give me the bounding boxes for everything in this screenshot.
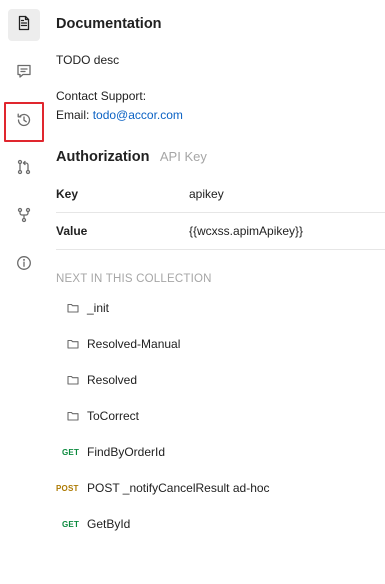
request-item-notifycancelresult[interactable]: POST POST _notifyCancelResult ad-hoc <box>56 470 385 506</box>
authorization-header: Authorization API Key <box>56 148 207 166</box>
sidebar-rail <box>0 0 48 584</box>
auth-key-label: Key <box>56 187 79 201</box>
email-label: Email: <box>56 108 90 122</box>
folder-icon <box>67 374 79 386</box>
collection-list: _init Resolved-Manual Resolved ToCorrect… <box>56 290 385 542</box>
pull-requests-tab-button[interactable] <box>8 153 40 185</box>
folder-icon <box>67 338 79 350</box>
auth-value-value: {{wcxss.apimApikey}} <box>189 224 304 238</box>
auth-key-value: apikey <box>189 187 224 201</box>
list-item-label: _init <box>87 301 110 315</box>
authorization-table: Key apikey Value {{wcxss.apimApikey}} <box>56 176 385 250</box>
info-tab-button[interactable] <box>8 249 40 281</box>
folder-icon <box>67 410 79 422</box>
contact-support-label: Contact Support: <box>56 89 147 103</box>
list-item-label: Resolved-Manual <box>87 337 181 351</box>
email-link[interactable]: todo@accor.com <box>93 108 183 122</box>
table-row: Key apikey <box>56 176 385 213</box>
authorization-title: Authorization <box>56 149 150 165</box>
list-item-label: GetById <box>87 517 131 531</box>
authorization-type: API Key <box>159 149 207 164</box>
list-item-label: FindByOrderId <box>87 445 166 459</box>
folder-item-resolved-manual[interactable]: Resolved-Manual <box>56 326 385 362</box>
fork-icon <box>16 207 32 228</box>
folder-item-init[interactable]: _init <box>56 290 385 326</box>
table-row: Value {{wcxss.apimApikey}} <box>56 213 385 250</box>
auth-value-label: Value <box>56 224 88 238</box>
contact-email-line: Email: todo@accor.com <box>56 108 183 122</box>
documentation-title: Documentation <box>56 16 162 32</box>
pull-request-icon <box>16 159 32 180</box>
method-badge: GET <box>62 519 80 529</box>
history-tab-button[interactable] <box>4 102 44 142</box>
list-item-label: Resolved <box>87 373 138 387</box>
forks-tab-button[interactable] <box>8 201 40 233</box>
method-badge: POST <box>56 483 79 493</box>
document-icon <box>16 15 32 36</box>
comment-icon <box>16 63 32 84</box>
method-badge: GET <box>62 447 80 457</box>
request-item-getbyid[interactable]: GET GetById <box>56 506 385 542</box>
history-icon <box>16 112 32 133</box>
info-icon <box>16 255 32 276</box>
comments-tab-button[interactable] <box>8 57 40 89</box>
next-in-collection-heading: NEXT IN THIS COLLECTION <box>56 273 212 285</box>
folder-item-tocorrect[interactable]: ToCorrect <box>56 398 385 434</box>
documentation-tab-button[interactable] <box>8 9 40 41</box>
request-item-findbyorderid[interactable]: GET FindByOrderId <box>56 434 385 470</box>
list-item-label: POST _notifyCancelResult ad-hoc <box>87 481 270 495</box>
folder-item-resolved[interactable]: Resolved <box>56 362 385 398</box>
list-item-label: ToCorrect <box>87 409 140 423</box>
collection-description: TODO desc <box>56 53 120 67</box>
folder-icon <box>67 302 79 314</box>
